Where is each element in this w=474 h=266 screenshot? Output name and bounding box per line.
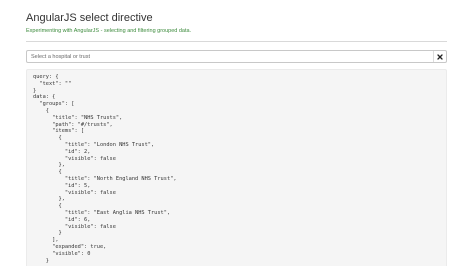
hospital-search-input[interactable]	[27, 51, 433, 62]
header-divider	[26, 41, 447, 42]
hospital-select[interactable]	[26, 50, 447, 63]
page-title: AngularJS select directive	[26, 12, 153, 24]
debug-json-text: query: { "text": "" } data: { "groups": …	[33, 74, 177, 264]
clear-button[interactable]	[433, 51, 446, 62]
page-subtitle: Experimenting with AngularJS - selecting…	[26, 28, 192, 34]
close-icon	[437, 53, 443, 60]
debug-output-panel: query: { "text": "" } data: { "groups": …	[26, 69, 447, 266]
